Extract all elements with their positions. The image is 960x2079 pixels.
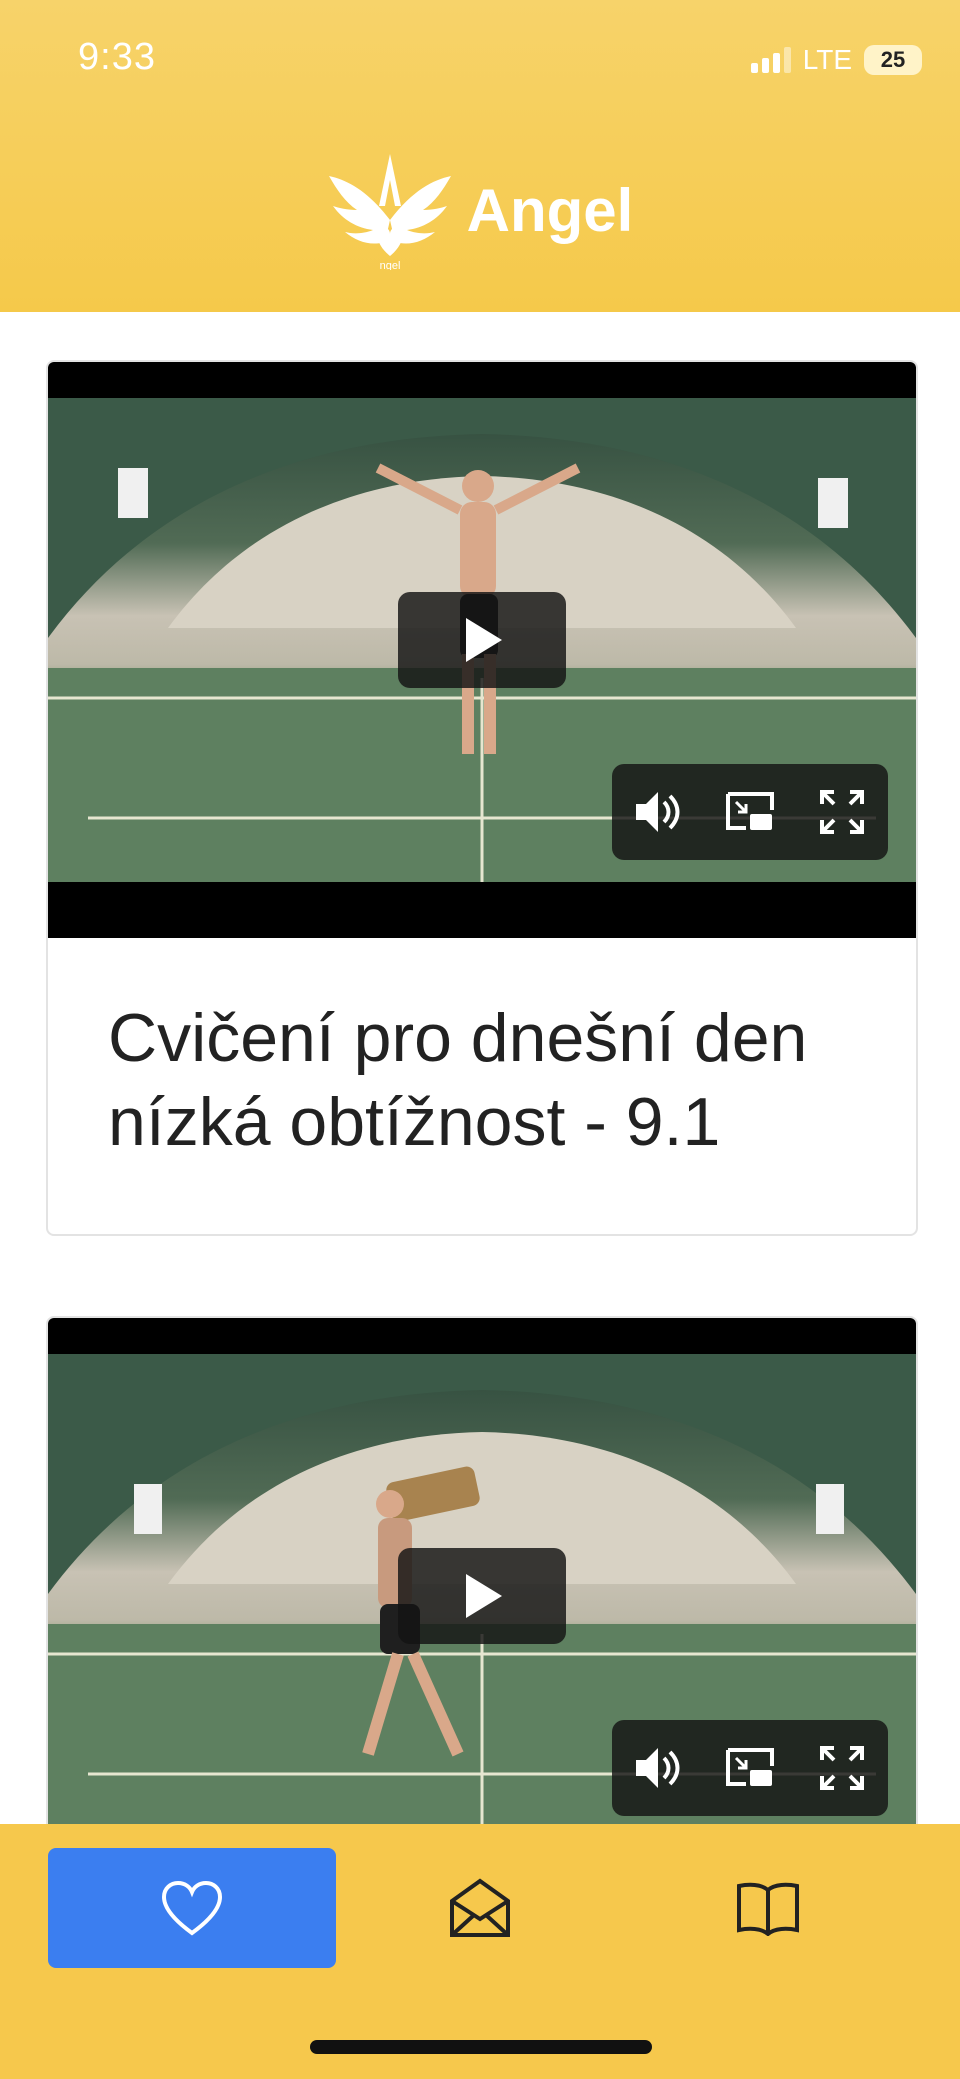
- battery-level: 25: [880, 47, 906, 72]
- fullscreen-button[interactable]: [812, 782, 872, 842]
- svg-text:ngel: ngel: [379, 260, 400, 270]
- video-controls: [612, 764, 888, 860]
- signal-icon: [750, 47, 791, 73]
- play-button[interactable]: [398, 1548, 566, 1644]
- volume-icon: [636, 792, 680, 832]
- book-icon: [737, 1882, 799, 1936]
- tab-messages[interactable]: [336, 1848, 624, 1968]
- tab-favorites[interactable]: [48, 1848, 336, 1968]
- play-icon: [466, 618, 502, 662]
- pip-button[interactable]: [720, 1738, 780, 1798]
- pip-button[interactable]: [720, 782, 780, 842]
- card-body: Cvičení pro dnešní den nízká obtížnost -…: [48, 938, 916, 1234]
- battery-icon: 25: [864, 45, 922, 75]
- tab-library[interactable]: [624, 1848, 912, 1968]
- picture-in-picture-icon: [726, 792, 774, 830]
- play-button[interactable]: [398, 592, 566, 688]
- video-card: [46, 1316, 918, 1880]
- fullscreen-icon: [820, 790, 864, 834]
- volume-icon: [636, 1748, 680, 1788]
- picture-in-picture-icon: [726, 1748, 774, 1786]
- video-player[interactable]: [48, 1318, 916, 1878]
- play-icon: [466, 1574, 502, 1618]
- video-card: Cvičení pro dnešní den nízká obtížnost -…: [46, 360, 918, 1236]
- envelope-open-icon: [450, 1878, 510, 1937]
- brand: ngel Angel: [0, 150, 960, 270]
- volume-button[interactable]: [628, 782, 688, 842]
- home-indicator[interactable]: [310, 2040, 652, 2054]
- fullscreen-icon: [820, 1746, 864, 1790]
- app-header: 9:33 LTE 25 ngel Angel: [0, 0, 960, 312]
- app-name: Angel: [466, 176, 634, 244]
- status-indicators: LTE 25: [750, 44, 922, 76]
- video-controls: [612, 1720, 888, 1816]
- video-title: Cvičení pro dnešní den nízká obtížnost -…: [108, 1000, 808, 1160]
- heart-icon: [161, 1880, 223, 1936]
- angel-logo-icon: ngel: [328, 154, 451, 270]
- status-time: 9:33: [78, 36, 156, 78]
- volume-button[interactable]: [628, 1738, 688, 1798]
- fullscreen-button[interactable]: [812, 1738, 872, 1798]
- network-label: LTE: [802, 44, 852, 75]
- video-player[interactable]: [48, 362, 916, 938]
